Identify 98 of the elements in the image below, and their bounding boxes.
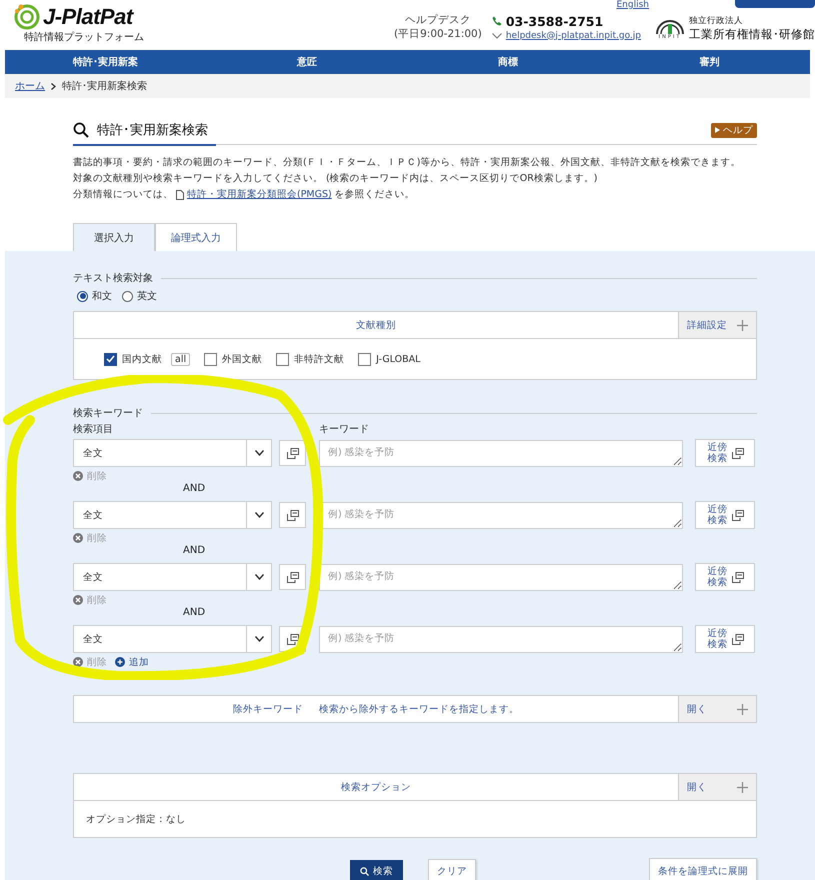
logo-subtitle: 特許情報プラットフォーム [24, 30, 144, 44]
clear-button[interactable]: クリア [428, 859, 476, 880]
checkbox[interactable] [358, 352, 372, 366]
panel-title: 文献種別 [355, 318, 397, 332]
chevron-icon [492, 32, 502, 38]
window-icon [732, 634, 744, 644]
add-icon [115, 657, 125, 667]
chevron-icon [51, 82, 56, 90]
help-button[interactable]: ヘルプ [711, 122, 757, 138]
window-icon [732, 572, 744, 582]
keyword-field[interactable]: 例) 感染を予防 [319, 626, 683, 652]
proximity-search-button[interactable]: 近傍検索 [695, 501, 755, 529]
operator-label: AND [183, 483, 206, 494]
caret-icon [254, 450, 264, 456]
proximity-search-button[interactable]: 近傍検索 [695, 625, 755, 653]
home-link[interactable]: ホーム [15, 79, 45, 93]
checkbox[interactable] [104, 352, 117, 366]
window-icon [286, 448, 298, 458]
nav-item[interactable]: 商標 [408, 55, 609, 69]
proximity-search-button[interactable]: 近傍検索 [695, 563, 755, 591]
operator-label: AND [183, 545, 206, 556]
nav-item[interactable]: 審判 [608, 55, 810, 69]
tab[interactable]: 論理式入力 [155, 223, 237, 251]
checkbox-label: 外国文献 [222, 352, 262, 366]
field-dropdown[interactable]: 全文 [73, 625, 272, 653]
popup-button[interactable] [279, 440, 306, 466]
window-icon [732, 448, 744, 458]
column-label: 検索項目 [73, 422, 114, 436]
triangle-icon [715, 127, 720, 133]
page-title: 特許･実用新案検索 [97, 122, 208, 138]
section-label: テキスト検索対象 [73, 272, 153, 285]
helpdesk-hours: (平日9:00-21:00) [394, 27, 482, 41]
description-text: を参照ください。 [334, 188, 415, 202]
org-name: 工業所有権情報･研修館 [689, 26, 815, 42]
panel-title: 検索オプション [340, 780, 412, 794]
caret-icon [254, 512, 264, 518]
plus-icon [737, 320, 748, 330]
column-label: キーワード [319, 423, 369, 436]
phone-icon [492, 16, 502, 26]
description-text: 書誌的事項・要約・請求の範囲のキーワード、分類(ＦＩ・Ｆターム、ＩＰＣ)等から、特許・実用新案公報、外国文献、非特許文献を検索できます。 [73, 156, 742, 170]
plus-icon [737, 704, 748, 714]
radio-label: 英文 [137, 290, 157, 303]
options-summary: オプション指定：なし [86, 812, 186, 826]
search-icon [73, 122, 89, 138]
helpdesk-label: ヘルプデスク [404, 13, 471, 27]
radio-button[interactable] [122, 290, 133, 302]
section-label: 検索キーワード [73, 406, 143, 420]
radio-label: 和文 [92, 290, 112, 303]
plus-icon [737, 782, 748, 792]
delete-icon [73, 533, 83, 543]
window-icon [732, 510, 744, 520]
tab[interactable]: 選択入力 [73, 223, 155, 251]
radio-button[interactable] [77, 290, 88, 302]
keyword-field[interactable]: 例) 感染を予防 [319, 440, 683, 466]
checkbox[interactable] [204, 352, 218, 366]
panel-title: 除外キーワード [233, 702, 303, 716]
window-icon [286, 634, 298, 644]
operator-label: AND [183, 607, 206, 618]
description-text: 対象の文献種別や検索キーワードを入力してください。 (検索のキーワード内は、スペース区切りでOR検索します。) [73, 172, 599, 186]
nav-item[interactable]: 意匠 [206, 55, 408, 69]
all-tag: all [171, 352, 190, 366]
proximity-search-button[interactable]: 近傍検索 [695, 439, 755, 467]
popup-button[interactable] [279, 564, 306, 590]
document-icon [176, 190, 184, 200]
phone-number: 03-3588-2751 [506, 14, 604, 28]
window-icon [286, 572, 298, 582]
delete-icon [73, 657, 83, 667]
field-dropdown[interactable]: 全文 [73, 439, 272, 467]
search-icon [360, 867, 369, 876]
logo-text: J-PlatPat [43, 4, 133, 30]
field-dropdown[interactable]: 全文 [73, 501, 272, 529]
panel-hint: 検索から除外するキーワードを指定します。 [319, 702, 519, 716]
checkbox-label: 国内文献 [122, 352, 162, 366]
checkbox[interactable] [276, 352, 290, 366]
delete-icon [73, 471, 83, 481]
caret-icon [254, 574, 264, 580]
checkbox-label: 非特許文献 [294, 352, 344, 366]
breadcrumb-current: 特許･実用新案検索 [62, 80, 147, 93]
field-dropdown[interactable]: 全文 [73, 563, 272, 591]
org-type: 独立行政法人 [689, 14, 744, 26]
caret-icon [254, 636, 264, 642]
checkbox-label: J-GLOBAL [376, 354, 420, 364]
expand-to-formula-button[interactable]: 条件を論理式に展開 [649, 858, 757, 880]
delete-icon [73, 595, 83, 605]
search-button[interactable]: 検索 [350, 860, 403, 880]
open-button[interactable]: 開く [678, 774, 756, 800]
language-link[interactable]: English [616, 0, 649, 10]
nav-item[interactable]: 特許･実用新案 [5, 55, 206, 69]
logo-mark-icon [14, 4, 40, 30]
open-button[interactable]: 開く [678, 696, 756, 722]
description-text: 分類情報については、 [73, 188, 173, 202]
add-link[interactable]: 追加 [129, 656, 149, 668]
detail-settings-button[interactable]: 詳細設定 [678, 312, 756, 338]
keyword-field[interactable]: 例) 感染を予防 [319, 564, 683, 590]
window-icon [286, 510, 298, 520]
email-link[interactable]: helpdesk@j-platpat.inpit.go.jp [506, 30, 641, 40]
popup-button[interactable] [279, 502, 306, 528]
pmgs-link[interactable]: 特許・実用新案分類照会(PMGS) [187, 187, 332, 203]
